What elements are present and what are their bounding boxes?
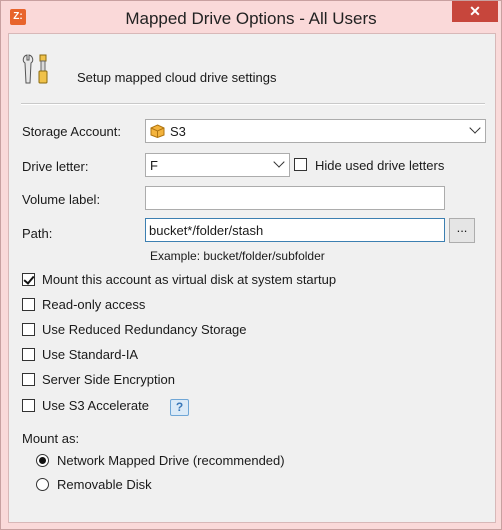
network-drive-radio[interactable] xyxy=(36,454,49,467)
volume-label-label: Volume label: xyxy=(22,192,101,207)
reduced-redundancy-checkbox[interactable] xyxy=(22,323,35,336)
separator xyxy=(21,103,485,105)
help-icon[interactable]: ? xyxy=(170,399,189,416)
dialog-window: Z: Mapped Drive Options - All Users ✕ Se… xyxy=(0,0,502,530)
chevron-down-icon xyxy=(273,156,285,168)
s3-cube-icon xyxy=(150,124,165,138)
option-label: Mount this account as virtual disk at sy… xyxy=(42,272,337,287)
standard-ia-checkbox[interactable] xyxy=(22,348,35,361)
option-label: Read-only access xyxy=(42,297,146,312)
chevron-down-icon xyxy=(469,122,481,134)
storage-account-label: Storage Account: xyxy=(22,124,122,139)
read-only-checkbox[interactable] xyxy=(22,298,35,311)
browse-button[interactable]: ... xyxy=(449,218,475,243)
hide-used-checkbox[interactable] xyxy=(294,158,307,171)
radio-label: Network Mapped Drive (recommended) xyxy=(57,453,285,468)
mount-as-label: Mount as: xyxy=(22,431,80,446)
s3-accelerate-checkbox[interactable] xyxy=(22,399,35,412)
hide-used-label: Hide used drive letters xyxy=(315,158,445,173)
header-text: Setup mapped cloud drive settings xyxy=(77,70,277,85)
mount-at-startup-checkbox[interactable] xyxy=(22,273,35,286)
radio-selected-dot xyxy=(39,457,46,464)
window-title: Mapped Drive Options - All Users xyxy=(125,9,377,28)
drive-letter-select[interactable]: F xyxy=(145,153,290,177)
path-input[interactable]: bucket*/folder/stash xyxy=(145,218,445,242)
drive-letter-label: Drive letter: xyxy=(22,159,89,174)
option-label: Use Reduced Redundancy Storage xyxy=(42,322,247,337)
title-bar[interactable]: Z: Mapped Drive Options - All Users ✕ xyxy=(1,1,501,33)
radio-label: Removable Disk xyxy=(57,477,152,492)
tools-icon xyxy=(22,54,48,84)
close-button[interactable]: ✕ xyxy=(452,1,498,22)
storage-account-value: S3 xyxy=(150,124,186,139)
volume-label-input[interactable] xyxy=(145,186,445,210)
removable-disk-radio[interactable] xyxy=(36,478,49,491)
server-side-encryption-checkbox[interactable] xyxy=(22,373,35,386)
option-label: Use Standard-IA xyxy=(42,347,139,362)
storage-account-select[interactable]: S3 xyxy=(145,119,486,143)
path-example: Example: bucket/folder/subfolder xyxy=(150,249,325,263)
storage-account-text: S3 xyxy=(170,124,186,139)
option-label: Use S3 Accelerate xyxy=(42,398,149,413)
drive-letter-value: F xyxy=(150,158,158,173)
dialog-body: Setup mapped cloud drive settings Storag… xyxy=(8,33,496,523)
path-label: Path: xyxy=(22,226,53,241)
option-label: Server Side Encryption xyxy=(42,372,175,387)
checkmark-icon xyxy=(23,273,35,285)
